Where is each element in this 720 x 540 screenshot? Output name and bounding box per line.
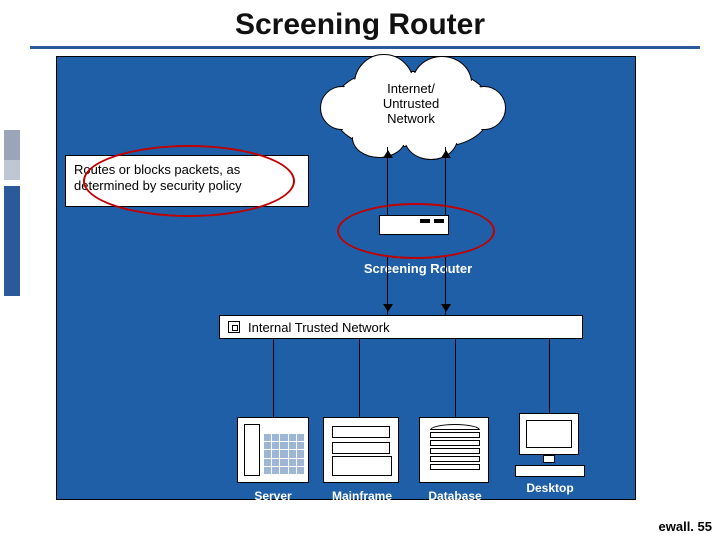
arrow-down-2 [445,257,446,315]
desktop-label: Desktop [509,481,591,495]
connector-mainframe [359,339,360,423]
database-icon [419,417,489,483]
desktop-icon [511,413,587,483]
connector-desktop [549,339,550,423]
mainframe-icon [323,417,399,483]
slide-title: Screening Router [0,8,720,42]
cloud-label-line1: Internet/ [387,81,435,96]
server-icon [237,417,309,483]
server-label: Server [237,489,309,503]
plug-icon [228,321,240,333]
highlight-ellipse-router [337,203,495,259]
mainframe-label: Mainframe [319,489,405,503]
cloud-label-line2: Untrusted [383,96,439,111]
database-label: Database [417,489,493,503]
cloud-label: Internet/ Untrusted Network [311,81,511,126]
network-diagram: Internet/ Untrusted Network Routes or bl… [56,56,636,500]
arrow-down-1 [387,257,388,315]
connector-server [273,339,274,423]
arrow-up-2 [445,147,446,215]
slide-side-accent [0,0,28,540]
highlight-ellipse-description [83,145,295,217]
cloud-label-line3: Network [387,111,435,126]
trusted-network-label: Internal Trusted Network [248,320,390,335]
title-underline [30,46,700,49]
router-label: Screening Router [343,261,493,276]
trusted-network-bar: Internal Trusted Network [219,315,583,339]
footer-text: ewall. 55 [659,519,712,534]
connector-database [455,339,456,423]
arrow-up-1 [387,147,388,215]
